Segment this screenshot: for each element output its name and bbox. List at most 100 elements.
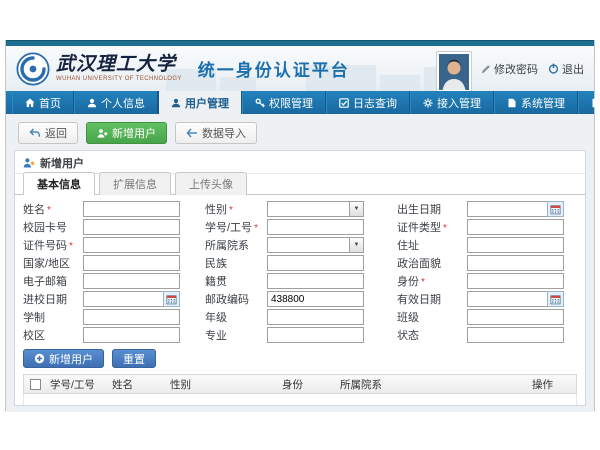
nav-item-label: 个人信息 bbox=[101, 95, 145, 111]
circle-plus-icon bbox=[34, 353, 45, 364]
nav-item-permission-management[interactable]: 权限管理 bbox=[242, 91, 326, 114]
key-icon bbox=[255, 98, 265, 108]
nav-item-access-management[interactable]: 接入管理 bbox=[410, 91, 494, 114]
panel-header: 新增用户 bbox=[15, 151, 585, 174]
add-user-toolbar-label: 新增用户 bbox=[112, 125, 156, 141]
university-logo: 武汉理工大学 WUHAN UNIVERSITY OF TECHNOLOGY bbox=[16, 52, 182, 86]
tab-upload-avatar[interactable]: 上传头像 bbox=[175, 172, 247, 195]
logout-link[interactable]: 退出 bbox=[548, 61, 584, 77]
select-all-checkbox[interactable] bbox=[30, 379, 41, 390]
required-asterisk: * bbox=[443, 223, 447, 234]
ethnicity-label: 民族 bbox=[205, 255, 267, 271]
major-field[interactable] bbox=[267, 327, 364, 343]
logout-label: 退出 bbox=[562, 61, 584, 77]
nav-item-log-query[interactable]: 日志查询 bbox=[326, 91, 410, 114]
avatar bbox=[437, 52, 471, 92]
status-label: 状态 bbox=[397, 327, 467, 343]
gender-select[interactable]: ▼ bbox=[267, 201, 364, 217]
data-import-button[interactable]: 数据导入 bbox=[175, 122, 257, 144]
tab-extended-info[interactable]: 扩展信息 bbox=[99, 172, 171, 195]
class-field[interactable] bbox=[467, 309, 564, 325]
identity-label: 身份* bbox=[397, 273, 467, 289]
submit-add-user-button[interactable]: 新增用户 bbox=[23, 349, 104, 368]
campus-field[interactable] bbox=[83, 327, 180, 343]
email-field[interactable] bbox=[83, 273, 180, 289]
nav-item-label: 日志查询 bbox=[353, 95, 397, 111]
nav-item-subscription-management[interactable]: 订阅管理 bbox=[578, 91, 600, 114]
back-label: 返回 bbox=[45, 125, 67, 141]
required-asterisk: * bbox=[254, 223, 258, 234]
person-icon bbox=[87, 98, 97, 108]
major-label: 专业 bbox=[205, 327, 267, 343]
birth-date-field[interactable] bbox=[467, 201, 547, 217]
address-label: 住址 bbox=[397, 237, 467, 253]
university-logo-icon bbox=[16, 52, 50, 86]
form-row: 校区 专业 状态 bbox=[23, 327, 577, 343]
calendar-icon[interactable] bbox=[547, 201, 564, 217]
table-column-header: 姓名 bbox=[108, 377, 166, 392]
table-header: 学号/工号姓名性别身份所属院系操作 bbox=[23, 374, 577, 394]
grade-field[interactable] bbox=[267, 309, 364, 325]
table-column-header: 身份 bbox=[278, 377, 336, 392]
nav-item-home[interactable]: 首页 bbox=[12, 91, 74, 114]
nav-item-system-management[interactable]: 系统管理 bbox=[494, 91, 578, 114]
form-row: 姓名*性别*▼出生日期 bbox=[23, 201, 577, 217]
political-status-label: 政治面貌 bbox=[397, 255, 467, 271]
form-row: 电子邮箱籍贯身份* bbox=[23, 273, 577, 289]
tab-basic-info[interactable]: 基本信息 bbox=[23, 172, 95, 195]
submit-label: 新增用户 bbox=[49, 351, 93, 367]
country-region-field[interactable] bbox=[83, 255, 180, 271]
address-field[interactable] bbox=[467, 237, 564, 253]
table-column-header: 操作 bbox=[528, 377, 576, 392]
form-row: 国家/地区民族政治面貌 bbox=[23, 255, 577, 271]
form-row: 校园卡号学号/工号*证件类型* bbox=[23, 219, 577, 235]
table-column-header: 学号/工号 bbox=[46, 377, 108, 392]
home-icon bbox=[25, 98, 35, 108]
valid-date-label: 有效日期 bbox=[397, 291, 467, 307]
back-button[interactable]: 返回 bbox=[18, 122, 78, 144]
required-asterisk: * bbox=[47, 205, 51, 216]
department-select[interactable]: ▼ bbox=[267, 237, 364, 253]
doc-icon bbox=[507, 98, 517, 108]
add-user-toolbar-button[interactable]: 新增用户 bbox=[86, 122, 167, 144]
required-asterisk: * bbox=[229, 205, 233, 216]
nav-item-profile[interactable]: 个人信息 bbox=[74, 91, 158, 114]
valid-date-field[interactable] bbox=[467, 291, 547, 307]
table-empty-body bbox=[23, 394, 577, 406]
name-field[interactable] bbox=[83, 201, 180, 217]
native-place-field[interactable] bbox=[267, 273, 364, 289]
table-column-header: 性别 bbox=[166, 377, 278, 392]
enroll-date-field[interactable] bbox=[83, 291, 163, 307]
change-password-link[interactable]: 修改密码 bbox=[481, 61, 538, 77]
schooling-length-field[interactable] bbox=[83, 309, 180, 325]
change-password-label: 修改密码 bbox=[494, 61, 538, 77]
main-nav: 首页个人信息用户管理权限管理日志查询接入管理系统管理订阅管理 bbox=[6, 91, 594, 114]
student-staff-id-field[interactable] bbox=[267, 219, 364, 235]
nav-item-user-management[interactable]: 用户管理 bbox=[158, 91, 242, 114]
reset-button[interactable]: 重置 bbox=[112, 349, 156, 368]
gear-icon bbox=[423, 98, 433, 108]
calendar-icon[interactable] bbox=[547, 291, 564, 307]
calendar-icon[interactable] bbox=[163, 291, 180, 307]
campus-label: 校区 bbox=[23, 327, 83, 343]
table-column-header: 所属院系 bbox=[336, 377, 528, 392]
id-number-field[interactable] bbox=[83, 237, 180, 253]
id-type-field[interactable] bbox=[467, 219, 564, 235]
campus-card-no-field[interactable] bbox=[83, 219, 180, 235]
email-label: 电子邮箱 bbox=[23, 273, 83, 289]
log-icon bbox=[339, 98, 349, 108]
import-arrow-icon bbox=[186, 128, 198, 138]
department-label: 所属院系 bbox=[205, 237, 267, 253]
campus-card-no-label: 校园卡号 bbox=[23, 219, 83, 235]
ethnicity-field[interactable] bbox=[267, 255, 364, 271]
identity-field[interactable] bbox=[467, 273, 564, 289]
user-add-icon bbox=[23, 157, 35, 169]
power-icon bbox=[548, 63, 559, 74]
postal-code-field[interactable] bbox=[267, 291, 364, 307]
building-silhouette bbox=[380, 75, 420, 91]
form-tabs: 基本信息扩展信息上传头像 bbox=[15, 174, 585, 195]
form-actions: 新增用户 重置 bbox=[15, 345, 585, 372]
status-field[interactable] bbox=[467, 327, 564, 343]
political-status-field[interactable] bbox=[467, 255, 564, 271]
id-number-label: 证件号码* bbox=[23, 237, 83, 253]
